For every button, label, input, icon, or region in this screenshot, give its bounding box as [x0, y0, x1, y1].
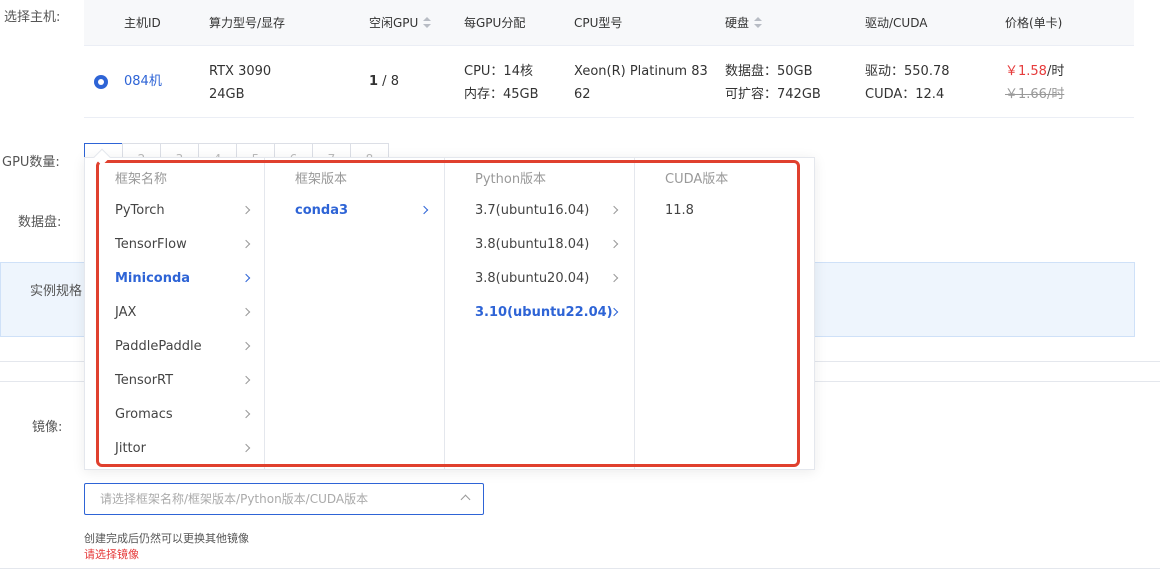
chevron-right-icon	[609, 273, 619, 283]
free-gpu-cell: 1 / 8	[369, 74, 399, 89]
instance-spec-label: 实例规格	[30, 284, 83, 299]
disk-cell: 数据盘：50GB 可扩容：742GB	[725, 64, 821, 102]
framework-option-gromacs[interactable]: Gromacs	[115, 398, 264, 432]
image-select-placeholder: 请选择框架名称/框架版本/Python版本/CUDA版本	[100, 492, 369, 506]
driver-cell: 驱动：550.78 CUDA：12.4	[865, 64, 950, 102]
chevron-right-icon	[609, 205, 619, 215]
version-option-conda3[interactable]: conda3	[295, 194, 444, 228]
framework-option-tensorflow[interactable]: TensorFlow	[115, 228, 264, 262]
original-price: ￥1.66/时	[1005, 87, 1065, 102]
framework-option-jax[interactable]: JAX	[115, 296, 264, 330]
cpu-model-cell: Xeon(R) Platinum 83 62	[574, 64, 708, 102]
header-driver-cuda: 驱动/CUDA	[865, 16, 928, 30]
chevron-up-icon	[460, 494, 471, 505]
sort-icon[interactable]	[754, 17, 763, 28]
table-row[interactable]: 084机 RTX 3090 24GB 1 / 8 CPU：14核 内存：45GB…	[84, 46, 1134, 118]
chevron-right-icon	[609, 239, 619, 249]
cuda-option-11-8[interactable]: 11.8	[665, 194, 814, 228]
gpu-model-cell: RTX 3090 24GB	[209, 64, 272, 102]
framework-column-title: 框架名称	[115, 172, 168, 187]
python-option-3-10[interactable]: 3.10(ubuntu22.04)	[475, 296, 634, 330]
host-id[interactable]: 084机	[124, 70, 162, 93]
framework-option-paddlepaddle[interactable]: PaddlePaddle	[115, 330, 264, 364]
price-cell: ￥1.58/时 ￥1.66/时	[1005, 60, 1064, 106]
framework-option-pytorch[interactable]: PyTorch	[115, 194, 264, 228]
image-label: 镜像:	[32, 420, 63, 435]
framework-option-tensorrt[interactable]: TensorRT	[115, 364, 264, 398]
image-select[interactable]: 请选择框架名称/框架版本/Python版本/CUDA版本	[84, 483, 484, 515]
python-option-3-8-2004[interactable]: 3.8(ubuntu20.04)	[475, 262, 634, 296]
chevron-right-icon	[241, 443, 251, 453]
data-disk-label: 数据盘:	[18, 215, 62, 230]
cuda-version-column-title: CUDA版本	[665, 172, 729, 187]
cuda-version-column: CUDA版本 11.8	[635, 158, 814, 469]
image-cascader-dropdown: 框架名称 PyTorch TensorFlow Miniconda JAX Pa…	[84, 157, 815, 470]
chevron-right-icon	[241, 273, 251, 283]
gpu-count-label: GPU数量:	[2, 155, 60, 170]
sort-icon[interactable]	[423, 17, 432, 28]
header-per-gpu: 每GPU分配	[464, 16, 526, 30]
price: ￥1.58	[1005, 64, 1047, 79]
divider	[0, 568, 1160, 569]
host-radio[interactable]	[94, 75, 108, 89]
chevron-right-icon	[241, 409, 251, 419]
framework-version-column: 框架版本 conda3	[265, 158, 445, 469]
chevron-right-icon	[241, 341, 251, 351]
python-version-column: Python版本 3.7(ubuntu16.04) 3.8(ubuntu18.0…	[445, 158, 635, 469]
chevron-right-icon	[241, 307, 251, 317]
framework-column: 框架名称 PyTorch TensorFlow Miniconda JAX Pa…	[85, 158, 265, 469]
per-gpu-cell: CPU：14核 内存：45GB	[464, 64, 539, 102]
host-table: 主机ID 算力型号/显存 空闲GPU 每GPU分配 CPU型号 硬盘 驱动/CU…	[84, 0, 1134, 118]
chevron-right-icon	[241, 205, 251, 215]
python-version-column-title: Python版本	[475, 172, 547, 187]
table-header: 主机ID 算力型号/显存 空闲GPU 每GPU分配 CPU型号 硬盘 驱动/CU…	[84, 0, 1134, 46]
framework-version-column-title: 框架版本	[295, 172, 348, 187]
header-disk[interactable]: 硬盘	[725, 14, 763, 31]
image-error: 请选择镜像	[84, 548, 139, 561]
header-free-gpu[interactable]: 空闲GPU	[369, 14, 432, 31]
framework-option-jittor[interactable]: Jittor	[115, 432, 264, 466]
header-price: 价格(单卡)	[1005, 16, 1063, 30]
chevron-right-icon	[241, 239, 251, 249]
chevron-right-icon	[419, 205, 429, 215]
header-cpu-model: CPU型号	[574, 16, 623, 30]
select-host-label: 选择主机:	[4, 10, 61, 25]
framework-option-miniconda[interactable]: Miniconda	[115, 262, 264, 296]
image-hint: 创建完成后仍然可以更换其他镜像	[84, 532, 249, 545]
python-option-3-8-1804[interactable]: 3.8(ubuntu18.04)	[475, 228, 634, 262]
python-option-3-7[interactable]: 3.7(ubuntu16.04)	[475, 194, 634, 228]
header-host-id: 主机ID	[124, 16, 161, 30]
header-gpu-model: 算力型号/显存	[209, 16, 286, 30]
chevron-right-icon	[241, 375, 251, 385]
